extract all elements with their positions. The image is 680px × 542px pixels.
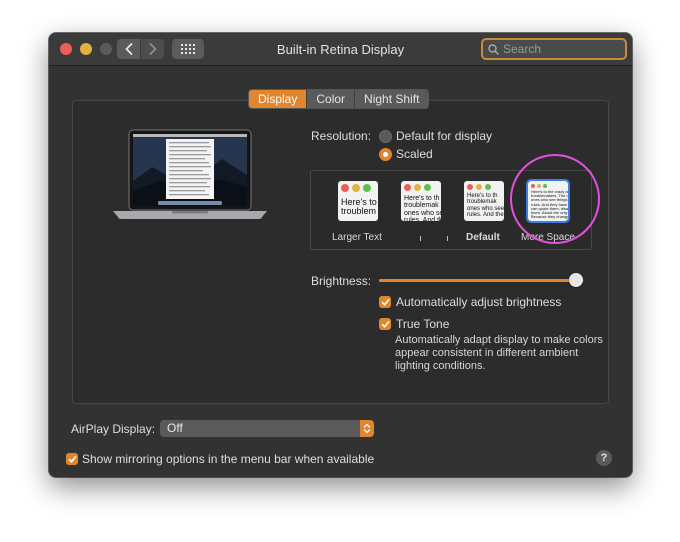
radio-default-for-display[interactable]: [379, 130, 392, 143]
auto-brightness-label[interactable]: Automatically adjust brightness: [396, 295, 561, 309]
search-icon: [488, 43, 499, 55]
airplay-display-value: Off: [167, 421, 183, 435]
tab-display[interactable]: Display: [249, 90, 307, 108]
true-tone-checkbox[interactable]: [379, 318, 391, 330]
help-button[interactable]: ?: [596, 450, 612, 466]
title-bar: Built-in Retina Display: [49, 33, 632, 66]
airplay-display-label: AirPlay Display:: [71, 422, 156, 436]
scale-preview-text: Here's to th troublemak ones who se rule…: [404, 195, 441, 221]
search-input[interactable]: [503, 42, 613, 56]
mirroring-checkbox[interactable]: [66, 453, 78, 465]
annotation-circle: [510, 154, 600, 244]
true-tone-description: Automatically adapt display to make colo…: [395, 334, 603, 372]
default-label: Default: [466, 232, 500, 243]
scale-preview-text: Here's to th troublemak ones who see rul…: [467, 193, 504, 218]
scale-preview-text: Here's to troublem: [341, 197, 377, 217]
checkmark-icon: [68, 455, 76, 463]
scaled-label[interactable]: Scaled: [396, 147, 433, 161]
search-field[interactable]: [481, 38, 627, 60]
system-preferences-window: Built-in Retina Display Display Color Ni…: [49, 33, 632, 477]
brightness-label: Brightness:: [311, 274, 372, 288]
segmented-tabs: Display Color Night Shift: [248, 89, 430, 109]
up-down-chevron-icon: [363, 423, 371, 434]
brightness-slider-fill: [379, 279, 576, 282]
tab-night-shift[interactable]: Night Shift: [354, 90, 429, 108]
default-for-display-label[interactable]: Default for display: [396, 129, 492, 143]
larger-text-label: Larger Text: [332, 232, 382, 243]
checkmark-icon: [381, 320, 389, 328]
checkmark-icon: [381, 298, 389, 306]
true-tone-label[interactable]: True Tone: [396, 317, 449, 331]
resolution-label: Resolution:: [311, 129, 372, 143]
scale-option-2[interactable]: Here's to th troublemak ones who se rule…: [401, 181, 441, 221]
scale-tick: [447, 236, 448, 241]
auto-brightness-checkbox[interactable]: [379, 296, 391, 308]
radio-scaled[interactable]: [379, 148, 392, 161]
brightness-slider-track[interactable]: [379, 279, 584, 282]
laptop-image: [113, 129, 267, 219]
brightness-slider-knob[interactable]: [568, 273, 583, 287]
airplay-display-select[interactable]: Off: [160, 420, 374, 437]
scale-option-larger-text[interactable]: Here's to troublem: [338, 181, 378, 221]
mirroring-label[interactable]: Show mirroring options in the menu bar w…: [82, 452, 374, 466]
tab-color[interactable]: Color: [306, 90, 355, 108]
scale-option-default[interactable]: Here's to th troublemak ones who see rul…: [464, 181, 504, 221]
scale-tick: [420, 236, 421, 241]
popup-arrows: [360, 420, 374, 437]
